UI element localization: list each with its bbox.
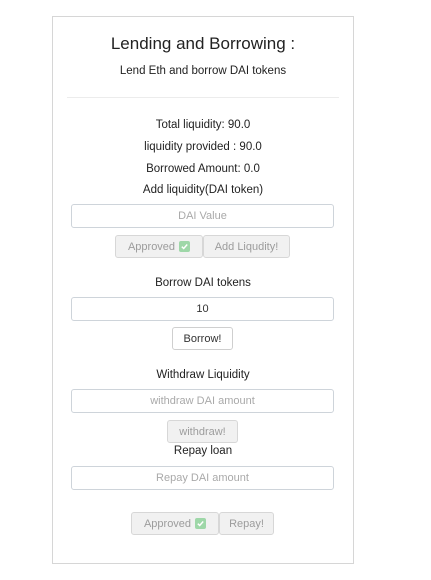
- repay-approved-button[interactable]: Approved: [131, 512, 219, 535]
- approved-label: Approved: [127, 240, 176, 253]
- lending-card: Lending and Borrowing : Lend Eth and bor…: [52, 16, 354, 564]
- page-subtitle: Lend Eth and borrow DAI tokens: [119, 65, 287, 77]
- borrow-button[interactable]: Borrow!: [172, 327, 233, 350]
- approved-label: Approved: [143, 517, 192, 530]
- approved-button[interactable]: Approved: [115, 235, 203, 258]
- repay-button[interactable]: Repay!: [219, 512, 274, 535]
- check-icon: [179, 241, 191, 252]
- check-icon: [195, 518, 207, 529]
- divider: [67, 97, 339, 98]
- borrowed-amount-text: Borrowed Amount: 0.0: [146, 163, 260, 175]
- borrow-amount-input[interactable]: [71, 297, 334, 321]
- add-liquidity-heading: Add liquidity(DAI token): [142, 184, 264, 196]
- withdraw-button[interactable]: withdraw!: [167, 420, 238, 443]
- add-liquidity-button[interactable]: Add Liqudity!: [203, 235, 290, 258]
- withdraw-heading: Withdraw Liquidity: [156, 369, 250, 381]
- borrow-heading: Borrow DAI tokens: [155, 277, 251, 289]
- repay-heading: Repay loan: [173, 445, 233, 457]
- withdraw-amount-input[interactable]: [71, 389, 334, 413]
- dai-value-input[interactable]: [71, 204, 334, 228]
- liquidity-provided-text: liquidity provided : 90.0: [144, 141, 262, 153]
- page-title: Lending and Borrowing :: [110, 34, 296, 53]
- total-liquidity-text: Total liquidity: 90.0: [155, 119, 251, 131]
- repay-amount-input[interactable]: [71, 466, 334, 490]
